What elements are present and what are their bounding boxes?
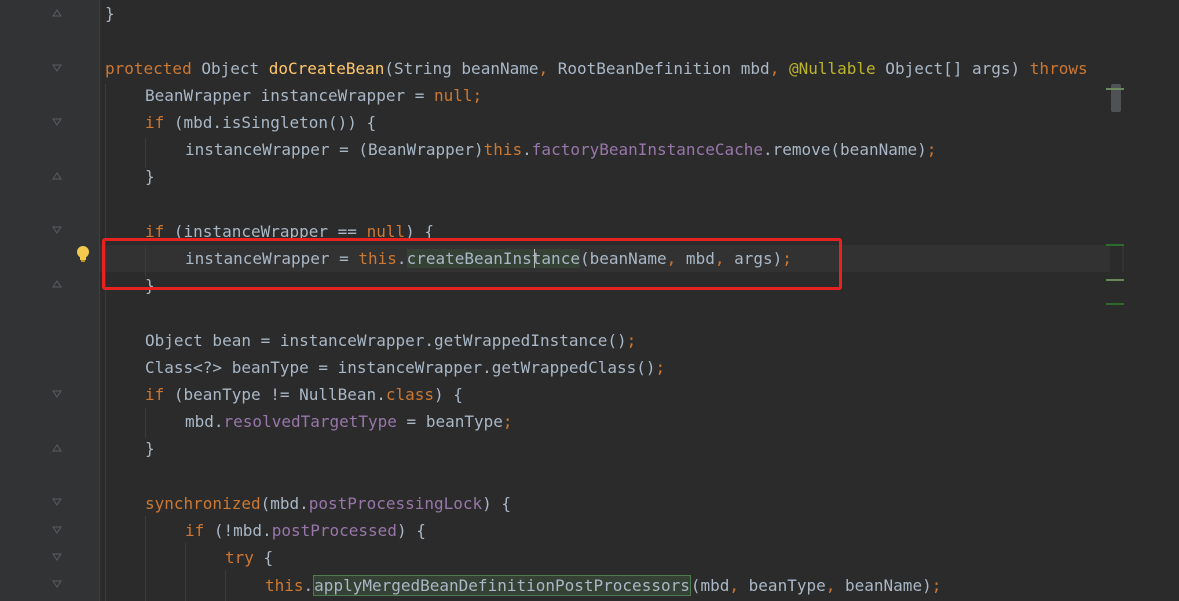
code-text: Class<?> beanType = instanceWrapper.getW…	[145, 358, 656, 377]
error-stripe-mark[interactable]	[1106, 279, 1124, 281]
code-text: beanType	[739, 576, 826, 595]
code-text: (!mbd.	[204, 521, 272, 540]
code-text: RootBeanDefinition mbd	[548, 59, 770, 78]
code-line: Object bean = instanceWrapper.getWrapped…	[145, 327, 636, 354]
code-line-method-signature: protected Object doCreateBean(String bea…	[105, 55, 1088, 82]
type-name: Object	[191, 59, 269, 78]
code-line: if (mbd.isSingleton()) {	[145, 109, 376, 136]
code-text: mbd.	[185, 412, 224, 431]
code-line: BeanWrapper instanceWrapper = null;	[145, 82, 482, 109]
annotation: @Nullable	[788, 59, 876, 78]
comma: ,	[538, 59, 549, 78]
semicolon: ;	[655, 358, 666, 377]
code-text: (String beanName	[384, 59, 539, 78]
keyword: protected	[105, 59, 192, 78]
code-text: beanName)	[835, 576, 932, 595]
error-stripe-mark[interactable]	[1106, 244, 1124, 246]
code-line: this.applyMergedBeanDefinitionPostProces…	[265, 572, 941, 599]
semicolon: ;	[472, 86, 483, 105]
code-text: .	[522, 140, 532, 159]
editor-right-margin	[1124, 0, 1179, 601]
code-text: {	[253, 548, 274, 567]
code-text: (mbd.	[260, 494, 309, 513]
keyword: null	[433, 86, 473, 105]
code-line: Class<?> beanType = instanceWrapper.getW…	[145, 354, 665, 381]
keyword: synchronized	[145, 494, 261, 513]
closing-brace: }	[145, 439, 155, 458]
code-line: instanceWrapper = (BeanWrapper)this.fact…	[185, 136, 936, 163]
keyword: if	[185, 521, 205, 540]
code-text: (mbd.isSingleton()) {	[164, 113, 377, 132]
code-line: }	[145, 435, 155, 462]
comma: ,	[825, 576, 836, 595]
code-text: BeanWrapper instanceWrapper =	[145, 86, 434, 105]
code-line: mbd.resolvedTargetType = beanType;	[185, 408, 513, 435]
code-line: synchronized(mbd.postProcessingLock) {	[145, 490, 511, 517]
code-text: ) {	[396, 521, 426, 540]
code-line: if (!mbd.postProcessed) {	[185, 517, 426, 544]
semicolon: ;	[931, 576, 942, 595]
code-text: = beanType	[396, 412, 503, 431]
closing-brace: }	[105, 4, 115, 23]
code-text: .remove(beanName)	[762, 140, 927, 159]
error-stripe-mark[interactable]	[1106, 88, 1124, 90]
keyword: this	[483, 140, 523, 159]
keyword: try	[225, 548, 254, 567]
code-line: try {	[225, 544, 273, 571]
code-editor[interactable]: } protected Object doCreateBean(String b…	[0, 0, 1179, 601]
code-line: }	[105, 0, 115, 27]
field-reference: postProcessingLock	[308, 494, 483, 513]
keyword: this	[265, 576, 304, 595]
keyword: if	[145, 113, 165, 132]
semicolon: ;	[502, 412, 513, 431]
method-declaration: doCreateBean	[268, 59, 385, 78]
code-area[interactable]: } protected Object doCreateBean(String b…	[0, 0, 1124, 601]
error-stripe-mark[interactable]	[1106, 303, 1124, 305]
keyword: class	[385, 385, 434, 404]
code-text: Object[] args)	[875, 59, 1030, 78]
comma: ,	[769, 59, 780, 78]
code-text: ) {	[434, 385, 463, 404]
code-line: }	[145, 163, 155, 190]
comma: ,	[729, 576, 740, 595]
method-call-highlighted[interactable]: applyMergedBeanDefinitionPostProcessors	[313, 575, 691, 596]
code-text: ) {	[482, 494, 512, 513]
code-text: instanceWrapper = (BeanWrapper)	[185, 140, 484, 159]
field-reference: postProcessed	[271, 521, 397, 540]
code-text: (mbd	[690, 576, 730, 595]
code-text: .	[303, 576, 314, 595]
code-text: Object bean = instanceWrapper.getWrapped…	[145, 331, 627, 350]
keyword: throws	[1029, 59, 1088, 78]
highlight-box	[102, 238, 842, 290]
code-text: (beanType != NullBean.	[164, 385, 386, 404]
keyword: if	[145, 385, 165, 404]
semicolon: ;	[926, 140, 937, 159]
semicolon: ;	[626, 331, 637, 350]
field-reference: resolvedTargetType	[223, 412, 397, 431]
closing-brace: }	[145, 167, 155, 186]
code-line: if (beanType != NullBean.class) {	[145, 381, 463, 408]
field-reference: factoryBeanInstanceCache	[531, 140, 763, 159]
